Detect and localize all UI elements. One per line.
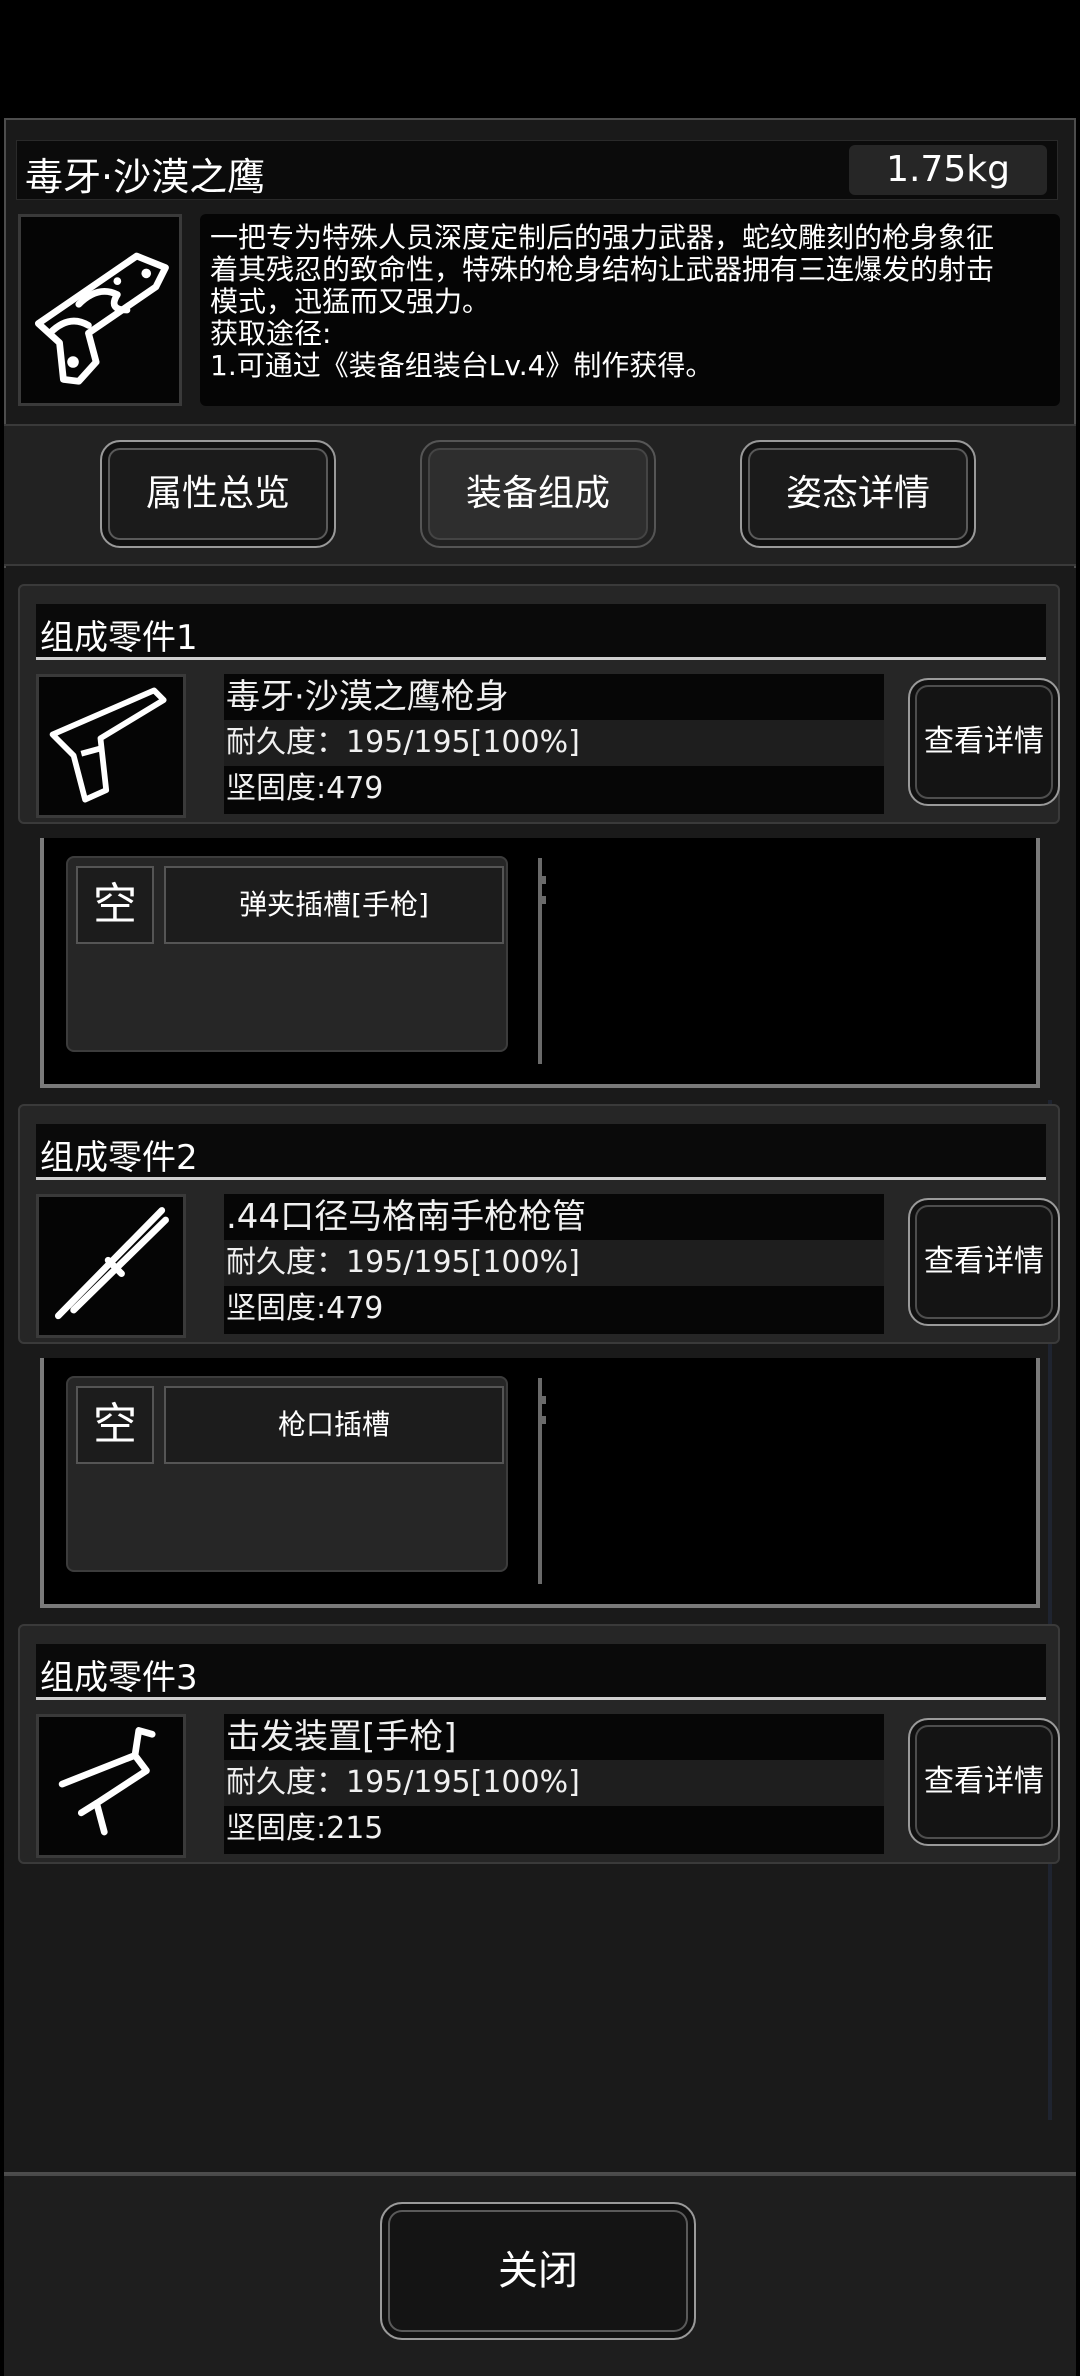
part-info: .44口径马格南手枪枪管 耐久度：195/195[100%] 坚固度:479 xyxy=(224,1194,884,1334)
trigger-mechanism-icon xyxy=(36,1714,186,1858)
slot-card[interactable]: 空 枪口插槽 xyxy=(66,1376,508,1572)
part-header: 组成零件1 xyxy=(36,604,1046,660)
description-line: 模式，迅猛而又强力。 xyxy=(210,285,491,318)
item-description: 一把专为特殊人员深度定制后的强力武器，蛇纹雕刻的枪身象征 着其残忍的致命性，特殊… xyxy=(200,214,1060,406)
tab-stance-details[interactable]: 姿态详情 xyxy=(740,440,976,548)
attachment-slots-1: 空 弹夹插槽[手枪] xyxy=(40,838,1040,1088)
description-line: 着其残忍的致命性，特殊的枪身结构让武器拥有三连爆发的射击 xyxy=(210,253,995,286)
part-durability: 耐久度：195/195[100%] xyxy=(224,1760,884,1806)
close-button[interactable]: 关闭 xyxy=(380,2202,696,2340)
part-durability: 耐久度：195/195[100%] xyxy=(224,720,884,766)
pistol-body-icon xyxy=(36,674,186,818)
pistol-snake-icon xyxy=(18,214,182,406)
slot-label: 弹夹插槽[手枪] xyxy=(164,866,504,944)
slot-label: 枪口插槽 xyxy=(164,1386,504,1464)
part-info: 毒牙·沙漠之鹰枪身 耐久度：195/195[100%] 坚固度:479 xyxy=(224,674,884,814)
empty-slot-indicator: 空 xyxy=(76,1386,154,1464)
attachment-slots-2: 空 枪口插槽 xyxy=(40,1358,1040,1608)
part-header: 组成零件3 xyxy=(36,1644,1046,1700)
part-durability: 耐久度：195/195[100%] xyxy=(224,1240,884,1286)
part-card-1: 组成零件1 毒牙·沙漠之鹰枪身 耐久度：195/195[100%] 坚固度:47… xyxy=(18,584,1060,824)
tab-equipment-composition[interactable]: 装备组成 xyxy=(420,440,656,548)
view-details-button[interactable]: 查看详情 xyxy=(908,1718,1060,1846)
part-name: 毒牙·沙漠之鹰枪身 xyxy=(226,677,509,717)
description-line: 获取途径: xyxy=(210,317,332,350)
part-header-label: 组成零件2 xyxy=(40,1138,198,1178)
description-line: 一把专为特殊人员深度定制后的强力武器，蛇纹雕刻的枪身象征 xyxy=(210,221,995,254)
part-name: 击发装置[手枪] xyxy=(226,1717,457,1757)
part-hardness: 坚固度:479 xyxy=(226,1291,384,1326)
description-line: 1.可通过《装备组装台Lv.4》制作获得。 xyxy=(210,349,714,382)
part-header-label: 组成零件1 xyxy=(40,618,198,658)
barrel-icon xyxy=(36,1194,186,1338)
slot-divider xyxy=(538,858,546,1064)
slot-divider xyxy=(538,1378,546,1584)
title-bar: 毒牙·沙漠之鹰 1.75kg xyxy=(16,140,1058,200)
item-title: 毒牙·沙漠之鹰 xyxy=(25,155,266,199)
part-card-2: 组成零件2 .44口径马格南手枪枪管 耐久度：195/195[100%] 坚固度… xyxy=(18,1104,1060,1344)
empty-slot-indicator: 空 xyxy=(76,866,154,944)
part-hardness: 坚固度:215 xyxy=(226,1811,384,1846)
view-details-button[interactable]: 查看详情 xyxy=(908,678,1060,806)
view-details-button[interactable]: 查看详情 xyxy=(908,1198,1060,1326)
part-name: .44口径马格南手枪枪管 xyxy=(226,1197,587,1237)
part-info: 击发装置[手枪] 耐久度：195/195[100%] 坚固度:215 xyxy=(224,1714,884,1854)
part-hardness: 坚固度:479 xyxy=(226,771,384,806)
part-header-label: 组成零件3 xyxy=(40,1658,198,1698)
slot-card[interactable]: 空 弹夹插槽[手枪] xyxy=(66,856,508,1052)
part-header: 组成零件2 xyxy=(36,1124,1046,1180)
part-card-3: 组成零件3 击发装置[手枪] 耐久度：195/195[100%] 坚固度:215… xyxy=(18,1624,1060,1864)
tab-attributes-overview[interactable]: 属性总览 xyxy=(100,440,336,548)
weight-badge: 1.75kg xyxy=(849,145,1047,195)
